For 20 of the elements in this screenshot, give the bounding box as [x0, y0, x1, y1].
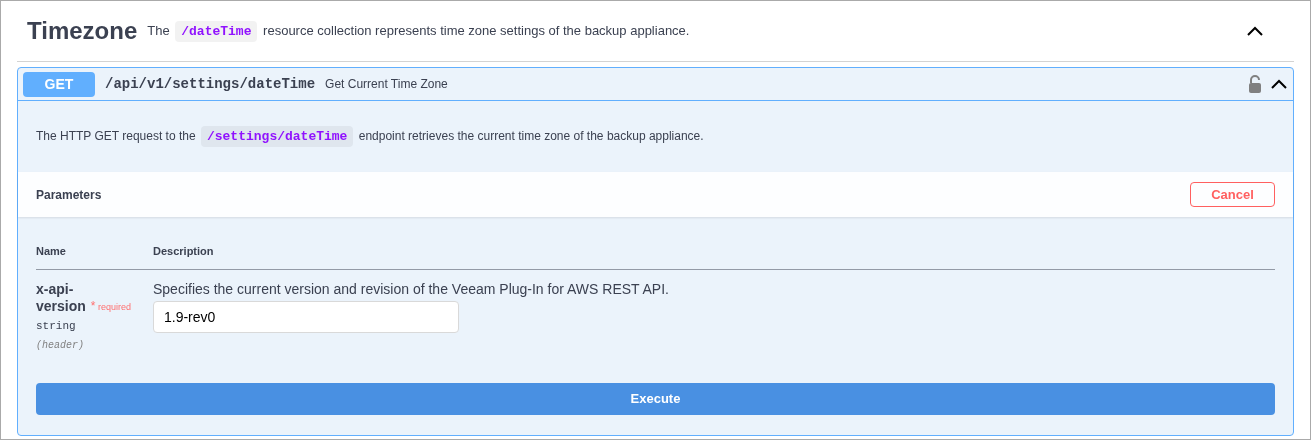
endpoint-summary: Get Current Time Zone	[325, 76, 449, 93]
column-header: Name	[36, 244, 67, 259]
section-title: Timezone	[27, 16, 138, 46]
parameter-input[interactable]: 1.9-rev0	[153, 300, 459, 333]
endpoint-path: /api/v1/settings/dateTime	[105, 74, 316, 94]
parameter-name: x-api- version	[36, 280, 86, 315]
chevron-up-icon[interactable]	[1246, 25, 1264, 37]
section-description: The /dateTime resource collection represents time zone settings of the backup appliance.	[147, 20, 1246, 42]
operation-description: The HTTP GET request to the /settings/dateTime endpoint retrieves the current time zone of the backup appliance.	[36, 126, 704, 147]
unlocked-padlock-icon[interactable]	[1248, 75, 1262, 93]
cancel-button[interactable]: Cancel	[1190, 182, 1275, 207]
required-label: * required	[90, 297, 132, 315]
execute-button[interactable]: Execute	[36, 382, 1275, 415]
chevron-up-icon[interactable]	[1270, 78, 1288, 90]
parameters-heading: Parameters	[36, 186, 102, 204]
column-header: Description	[153, 244, 214, 259]
method-badge: GET	[23, 71, 95, 97]
parameter-description: Specifies the current version and revision of the Veeam Plug-In for AWS REST API.	[153, 280, 669, 298]
parameter-location: (header)	[36, 339, 85, 353]
parameter-type: string	[36, 318, 77, 334]
